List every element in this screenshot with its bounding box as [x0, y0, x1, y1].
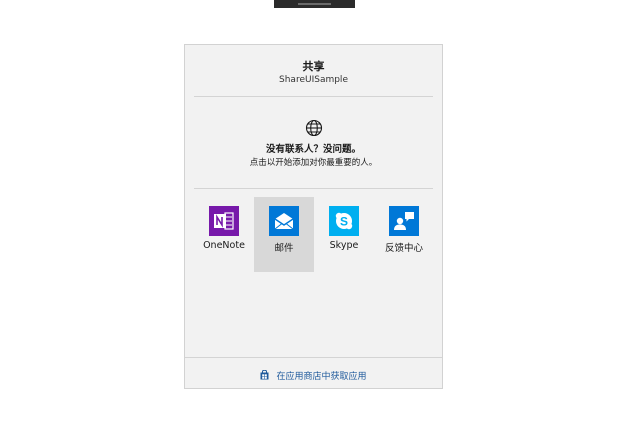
add-contacts-hint[interactable]: 点击以开始添加对你最重要的人。	[185, 156, 442, 168]
window-handle-grip	[298, 3, 331, 5]
store-link-label: 在应用商店中获取应用	[276, 372, 367, 382]
share-target-label: 反馈中心	[384, 243, 423, 254]
share-panel: 共享 ShareUISample 没有联系人？没问题。 点击以开始添加对你最重要…	[184, 44, 443, 389]
mail-icon	[269, 206, 299, 236]
svg-text:S: S	[340, 215, 348, 229]
share-target-mail[interactable]: 邮件	[254, 197, 314, 272]
store-bag-icon	[260, 369, 269, 383]
window-handle	[274, 0, 355, 8]
footer-divider	[185, 357, 442, 358]
feedback-hub-icon	[389, 206, 419, 236]
share-target-label: 邮件	[274, 243, 294, 254]
no-contacts-heading: 没有联系人？没问题。	[265, 144, 361, 155]
contacts-divider	[194, 188, 433, 189]
share-target-label: Skype	[329, 240, 359, 251]
get-apps-in-store-link[interactable]: 在应用商店中获取应用	[185, 369, 442, 383]
header-divider	[194, 96, 433, 97]
share-title: 共享	[302, 60, 325, 73]
globe-icon	[305, 119, 323, 137]
share-target-label: OneNote	[203, 240, 245, 251]
share-target-skype[interactable]: S Skype	[314, 197, 374, 272]
share-target-feedback-hub[interactable]: 反馈中心	[374, 197, 434, 272]
onenote-icon	[209, 206, 239, 236]
share-source-app: ShareUISample	[279, 75, 348, 85]
skype-icon: S	[329, 206, 359, 236]
share-target-onenote[interactable]: OneNote	[194, 197, 254, 272]
share-target-list: OneNote 邮件 S Skype 反馈中心	[194, 197, 434, 272]
